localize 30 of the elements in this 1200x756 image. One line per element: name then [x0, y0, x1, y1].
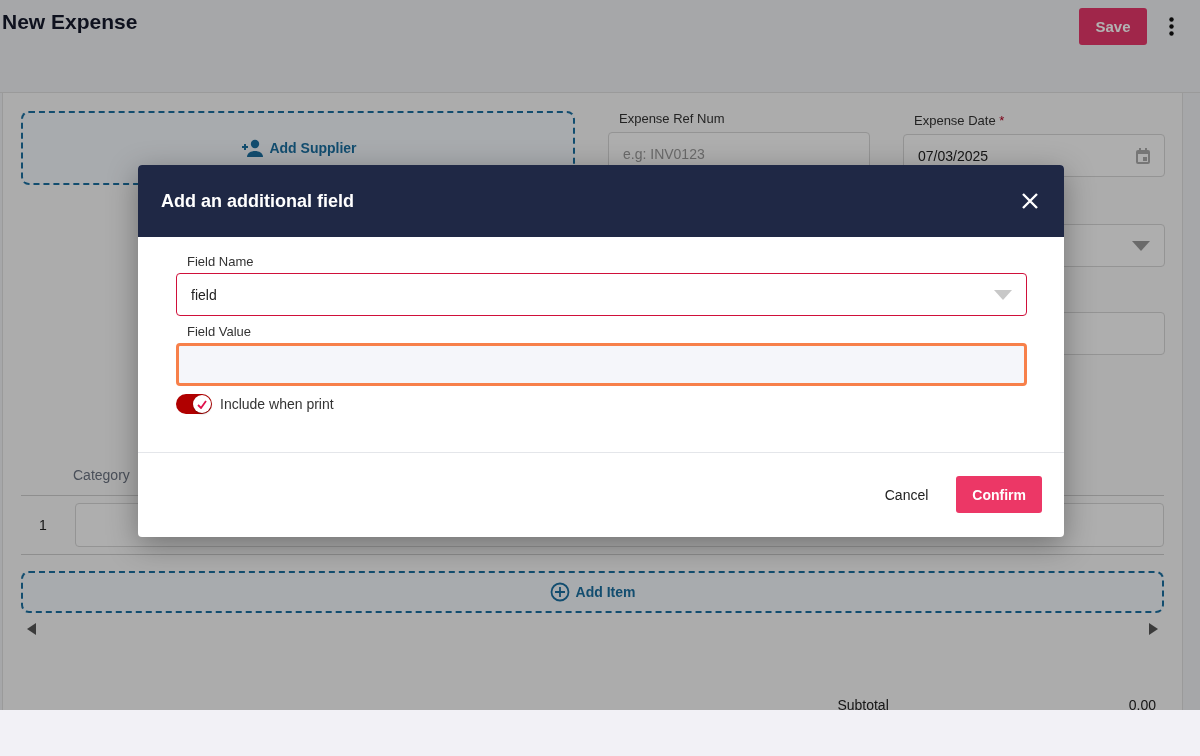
toggle-switch[interactable]: [176, 394, 212, 414]
plus-circle-icon: [549, 582, 570, 602]
page-title: New Expense: [2, 10, 138, 34]
cancel-button[interactable]: Cancel: [880, 476, 933, 513]
caret-icon: [994, 289, 1012, 300]
toggle-label: Include when print: [220, 396, 334, 412]
row-number: 1: [39, 517, 47, 533]
scroll-left-icon[interactable]: [27, 623, 36, 635]
scroll-right-icon[interactable]: [1149, 623, 1158, 635]
field-label: Expense Date *: [913, 113, 1006, 128]
check-icon: [197, 399, 207, 409]
add-supplier-label: Add Supplier: [269, 140, 357, 156]
calendar-icon: [1136, 147, 1150, 164]
field-label: Field Name: [186, 254, 255, 269]
add-item-button[interactable]: Add Item: [21, 571, 1164, 613]
dialog-title: Add an additional field: [161, 190, 354, 212]
total-value: 0.00: [1128, 697, 1156, 710]
input-field[interactable]: [176, 343, 1027, 386]
save-button[interactable]: Save: [1079, 8, 1147, 45]
close-button[interactable]: [1022, 193, 1038, 209]
caret-icon: [1132, 240, 1150, 251]
column-header: Category: [73, 467, 130, 483]
confirm-button[interactable]: Confirm: [956, 476, 1042, 513]
add-item-label: Add Item: [575, 584, 636, 600]
more-icon[interactable]: [1169, 17, 1174, 36]
dropdown-field[interactable]: field: [176, 273, 1027, 316]
field-label: Expense Ref Num: [618, 111, 726, 126]
field-label: Field Value: [186, 324, 253, 339]
total-label: Subtotal: [837, 697, 889, 710]
add-person-icon: [239, 139, 264, 157]
